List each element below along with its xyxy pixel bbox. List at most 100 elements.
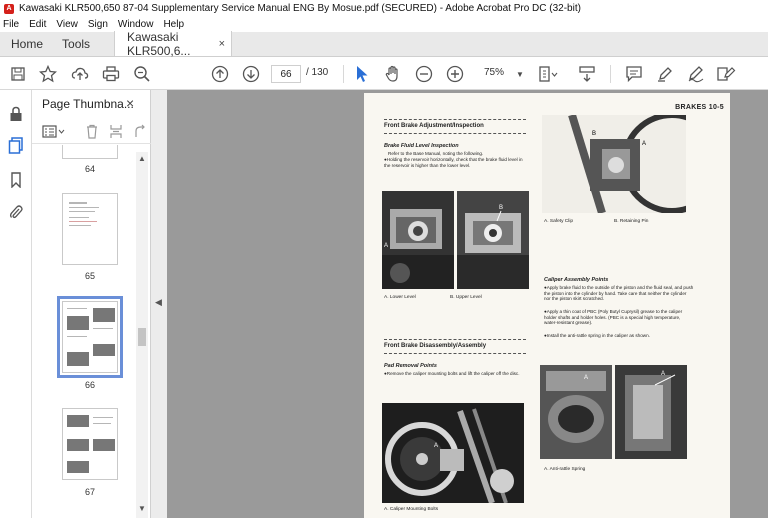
- divider: [384, 353, 526, 354]
- thumbnail-list: 64 65 66 67: [32, 145, 138, 518]
- menu-view[interactable]: View: [56, 19, 78, 30]
- tab-document[interactable]: Kawasaki KLR500,6... ×: [114, 29, 233, 58]
- menu-file[interactable]: File: [3, 19, 19, 30]
- close-panel-icon[interactable]: ×: [126, 95, 134, 111]
- extract-pages-icon[interactable]: [109, 124, 123, 142]
- svg-text:A: A: [661, 371, 665, 377]
- main-toolbar: 66 / 130 75% ▼: [0, 58, 768, 90]
- toolbar-divider: [343, 65, 344, 83]
- zoom-in-icon[interactable]: [445, 64, 465, 84]
- menu-window[interactable]: Window: [118, 19, 154, 30]
- svg-text:A: A: [434, 443, 438, 449]
- thumbnail-options-icon[interactable]: [42, 125, 66, 142]
- menu-sign[interactable]: Sign: [88, 19, 108, 30]
- scrollbar-thumb[interactable]: [138, 328, 146, 346]
- body-text: ●Holding the reservoir horizontally, che…: [384, 157, 523, 168]
- panel-splitter[interactable]: ◀: [151, 90, 167, 518]
- page-thumbnails-panel: Page Thumbna... × 64 65 66 67 ▲ ▼: [32, 90, 151, 518]
- hand-icon[interactable]: [383, 64, 403, 84]
- subheading: Pad Removal Points: [384, 363, 437, 369]
- thumbnail-scrollbar[interactable]: ▲ ▼: [136, 152, 148, 518]
- prev-page-icon[interactable]: [210, 64, 230, 84]
- subheading: Caliper Assembly Points: [544, 277, 609, 283]
- title-bar: A Kawasaki KLR500,650 87-04 Supplementar…: [0, 0, 768, 17]
- svg-text:A: A: [642, 141, 646, 147]
- chevron-down-icon[interactable]: ▼: [510, 64, 530, 84]
- lock-icon[interactable]: [8, 106, 24, 122]
- comment-icon[interactable]: [624, 64, 644, 84]
- svg-text:B: B: [592, 131, 596, 137]
- body-text: ●Apply brake fluid to the outside of the…: [544, 285, 694, 302]
- tab-tools[interactable]: Tools: [54, 31, 114, 56]
- collapse-panel-icon[interactable]: ◀: [155, 297, 162, 308]
- body-text: ●Apply a thin coat of PBC (Poly Butyl Cu…: [544, 309, 683, 326]
- fit-page-icon[interactable]: [538, 64, 558, 84]
- page-thumbnails-icon[interactable]: [8, 137, 24, 154]
- save-icon[interactable]: [8, 64, 28, 84]
- subheading: Brake Fluid Level Inspection: [384, 143, 459, 149]
- photo-anti-rattle-right: A: [615, 365, 687, 459]
- svg-text:A: A: [384, 243, 388, 249]
- left-navigation-rail: [0, 90, 32, 518]
- fill-sign-icon[interactable]: [716, 64, 736, 84]
- panel-title: Page Thumbna...: [42, 97, 134, 111]
- panel-toolbar: [32, 120, 151, 144]
- thumbnail-label: 65: [84, 271, 95, 281]
- photo-safety-clip: BA: [542, 115, 686, 213]
- page-header: BRAKES 10-5: [675, 104, 724, 111]
- trash-icon[interactable]: [85, 124, 99, 142]
- caption-lower-level: A. Lower Level: [384, 295, 416, 300]
- photo-anti-rattle-left: A: [540, 365, 612, 459]
- page-total: / 130: [306, 67, 329, 78]
- thumbnail-page-67[interactable]: [62, 408, 118, 480]
- print-icon[interactable]: [101, 64, 121, 84]
- tab-document-label: Kawasaki KLR500,6...: [127, 29, 191, 58]
- scroll-down-icon[interactable]: ▼: [138, 504, 146, 513]
- section-heading: Front Brake Disassembly/Assembly: [384, 343, 487, 349]
- close-tab-icon[interactable]: ×: [219, 38, 225, 50]
- bookmark-star-icon[interactable]: [38, 64, 58, 84]
- thumbnail-label: 67: [84, 487, 95, 497]
- scroll-up-icon[interactable]: ▲: [138, 154, 146, 163]
- thumbnail-page-64[interactable]: [62, 145, 118, 159]
- bookmark-icon[interactable]: [8, 172, 24, 188]
- toolbar-divider: [610, 65, 611, 83]
- menu-edit[interactable]: Edit: [29, 19, 46, 30]
- zoom-search-icon[interactable]: [132, 64, 152, 84]
- tab-bar: Home Tools Kawasaki KLR500,6... ×: [0, 29, 768, 58]
- body-text: ●Install the anti-rattle spring in the c…: [544, 333, 650, 338]
- attachment-icon[interactable]: [8, 204, 24, 220]
- highlight-icon[interactable]: [655, 64, 675, 84]
- page-number-input[interactable]: 66: [271, 65, 301, 83]
- photo-caliper: A: [382, 403, 524, 503]
- zoom-level[interactable]: 75%: [484, 67, 504, 78]
- thumbnail-label: 66: [84, 380, 95, 390]
- body-text: Refer to the Base Manual, noting the fol…: [388, 151, 484, 156]
- next-page-icon[interactable]: [241, 64, 261, 84]
- scroll-mode-icon[interactable]: [577, 64, 597, 84]
- caption-upper-level: B. Upper Level: [450, 295, 482, 300]
- svg-text:A: A: [584, 375, 588, 381]
- select-cursor-icon[interactable]: [352, 64, 372, 84]
- document-viewport[interactable]: BRAKES 10-5 Front Brake Adjustment/Inspe…: [167, 90, 768, 518]
- divider: [384, 119, 526, 120]
- thumbnail-page-65[interactable]: [62, 193, 118, 265]
- caption-safety-clip: A. Safety Clip: [544, 219, 574, 224]
- caption-retaining-pin: B. Retaining Pin: [614, 219, 649, 224]
- rotate-icon[interactable]: [132, 124, 146, 142]
- svg-text:B: B: [499, 205, 503, 211]
- zoom-out-icon[interactable]: [414, 64, 434, 84]
- menu-help[interactable]: Help: [163, 19, 184, 30]
- divider: [384, 133, 526, 134]
- tab-home[interactable]: Home: [0, 31, 54, 56]
- sign-icon[interactable]: [686, 64, 706, 84]
- photo-reservoir-right: B: [457, 191, 529, 289]
- thumbnail-page-66[interactable]: [57, 296, 123, 378]
- divider: [384, 339, 526, 340]
- upload-cloud-icon[interactable]: [70, 64, 90, 84]
- menu-bar: File Edit View Sign Window Help: [0, 17, 768, 32]
- thumbnail-label: 64: [84, 164, 95, 174]
- window-title: Kawasaki KLR500,650 87-04 Supplementary …: [19, 3, 581, 14]
- acrobat-icon: A: [4, 3, 14, 14]
- photo-reservoir-left: A: [382, 191, 454, 289]
